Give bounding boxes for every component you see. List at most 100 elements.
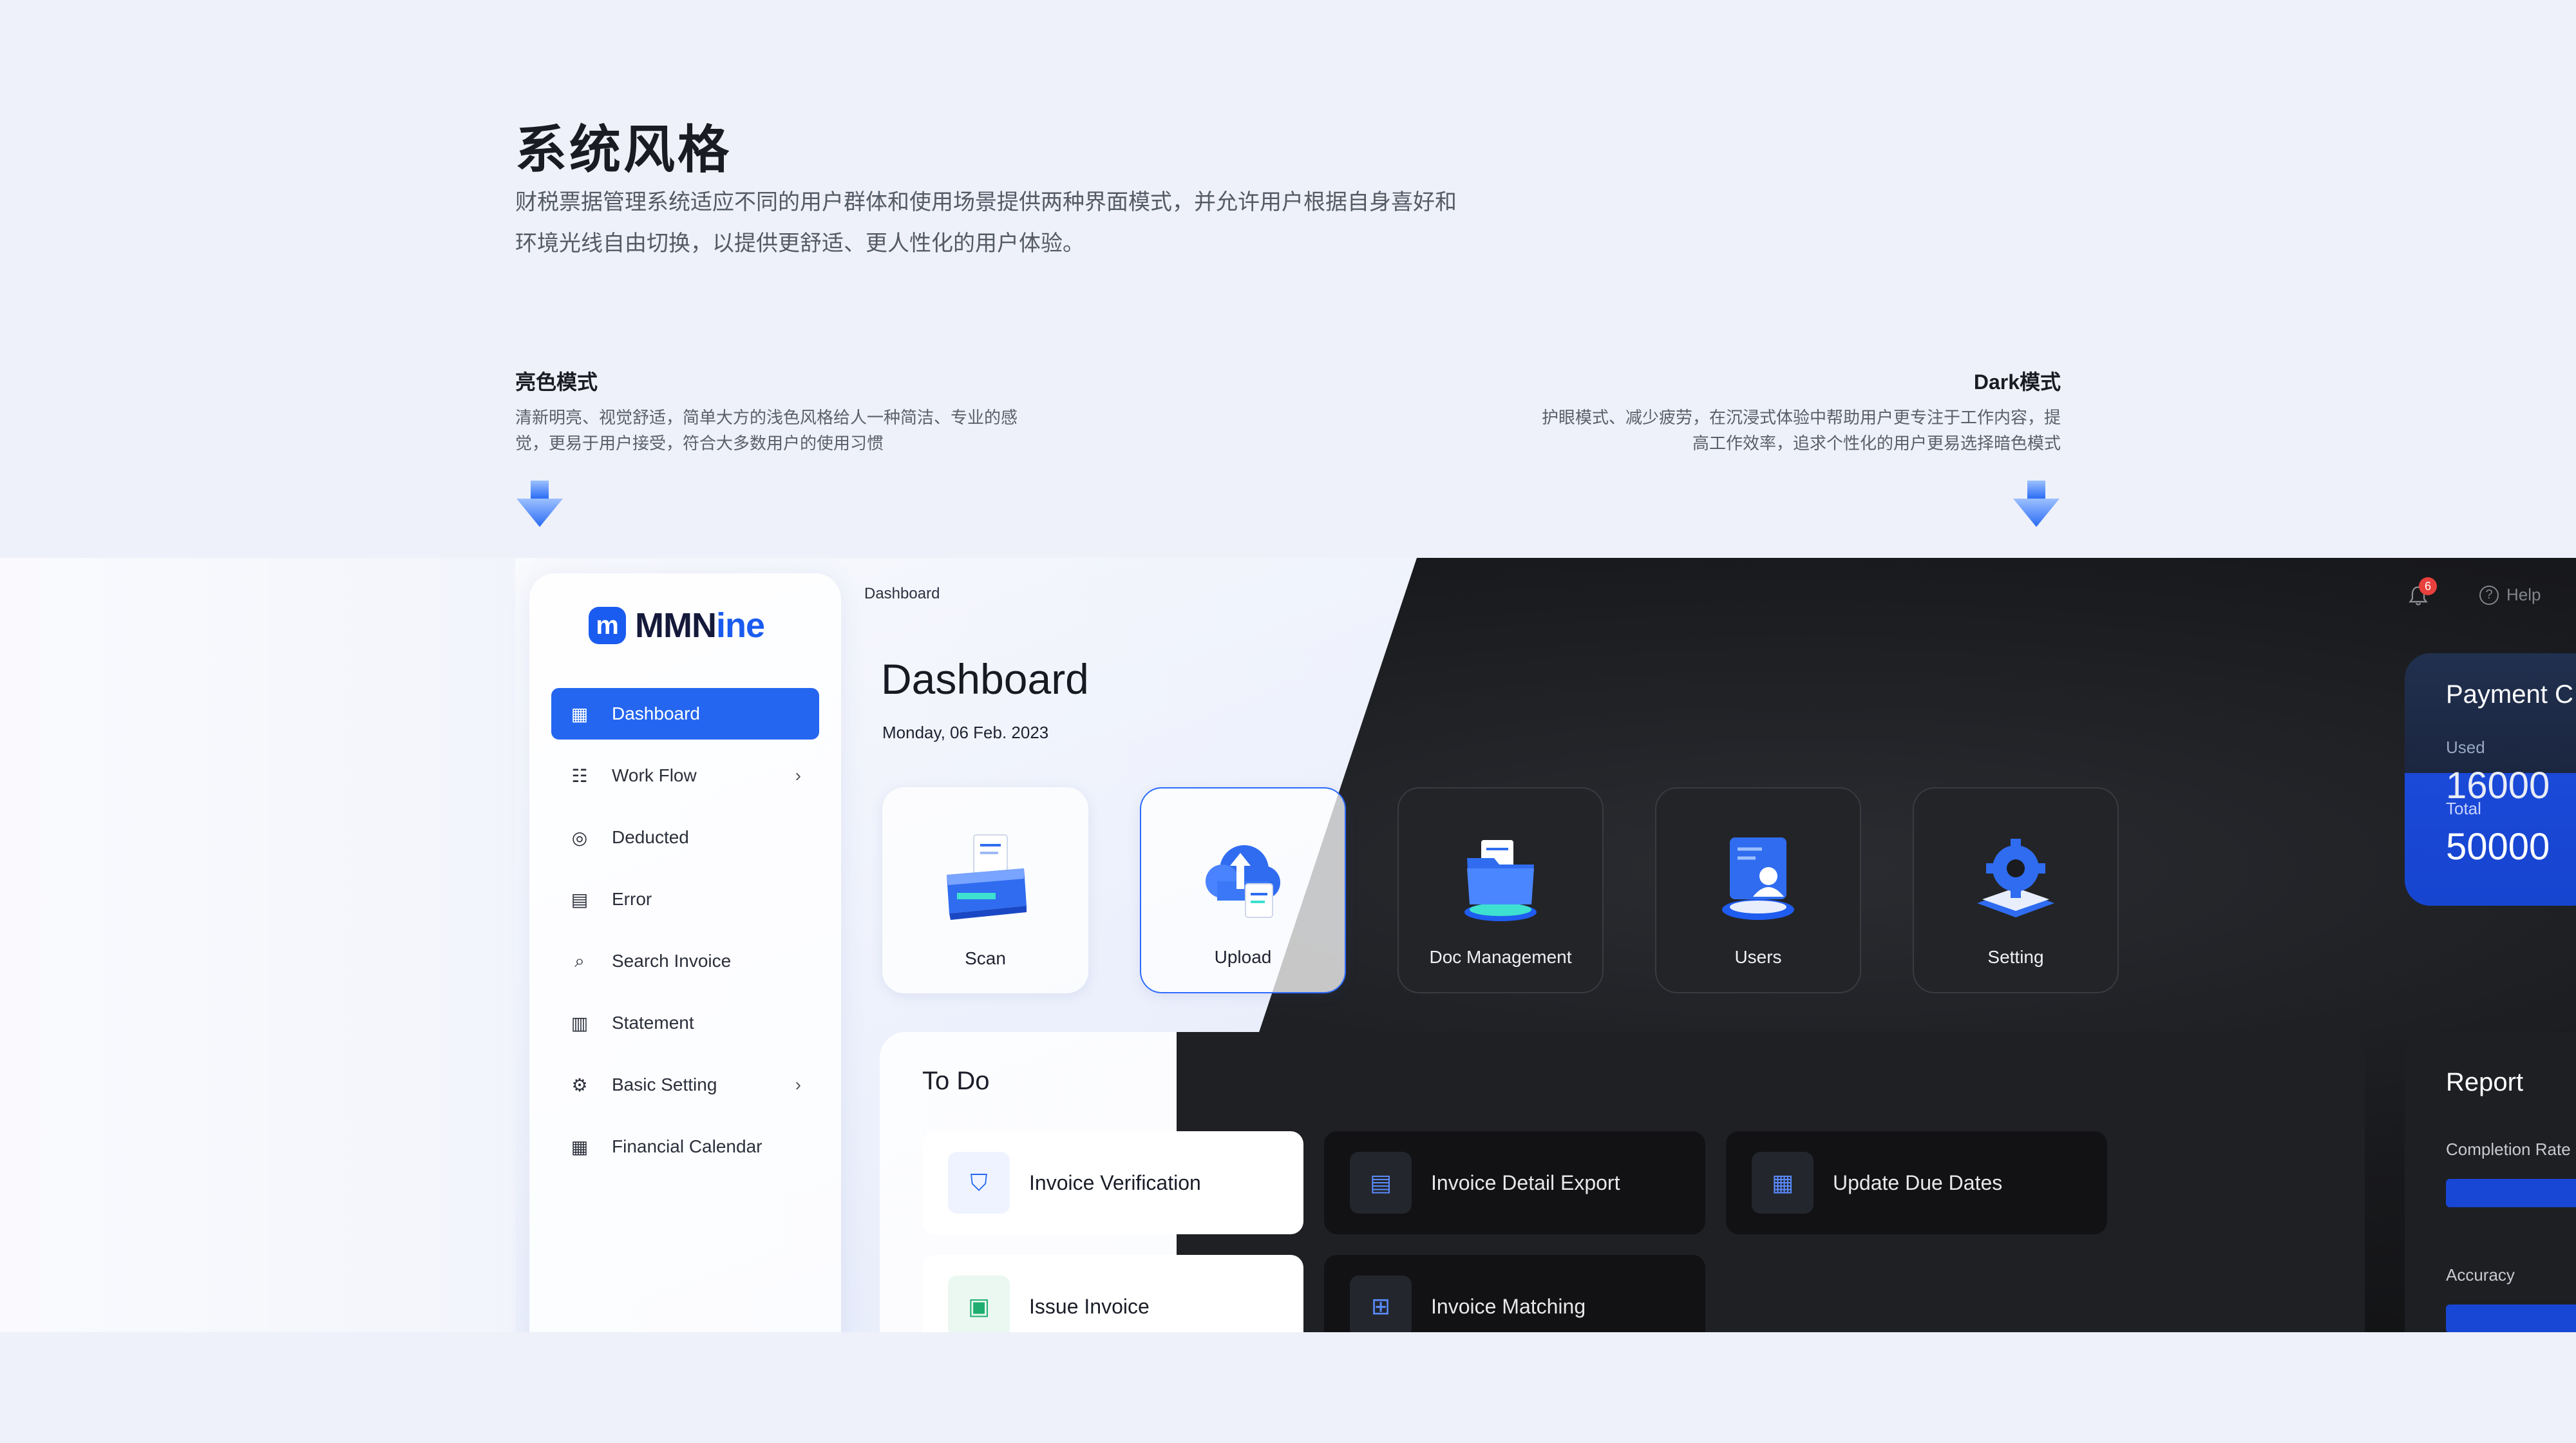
todo-invoice-verification[interactable]: ⛉ Invoice Verification (922, 1131, 1303, 1234)
completion-rate-label: Completion Rate (2446, 1140, 2571, 1159)
edge-fade (0, 558, 515, 1332)
todo-panel: To Do ⛉ Invoice Verification ▤ Invoice D… (880, 1032, 2365, 1332)
notification-bell-icon[interactable]: 6 (2407, 577, 2437, 611)
sidebar-item-error[interactable]: ▤ Error (551, 874, 819, 925)
error-doc-icon: ▤ (571, 889, 589, 910)
payment-title: Payment C (2446, 680, 2573, 709)
shield-icon: ⛉ (948, 1152, 1010, 1214)
help-button[interactable]: ? Help (2479, 585, 2541, 605)
help-icon: ? (2479, 585, 2499, 605)
breadcrumb[interactable]: Dashboard (864, 585, 940, 603)
grid-icon: ▦ (571, 703, 589, 724)
user-card-icon (1722, 837, 1794, 920)
tile-setting[interactable]: Setting (1913, 787, 2119, 993)
tile-users[interactable]: Users (1655, 787, 1861, 993)
coin-icon: ◎ (571, 827, 588, 848)
accuracy-label: Accuracy (2446, 1265, 2515, 1285)
total-value: 50000 (2446, 826, 2550, 868)
payment-card[interactable]: Payment C Used 16000 Total 50000 (2405, 653, 2576, 906)
dark-mode-description: 护眼模式、减少疲劳，在沉浸式体验中帮助用户更专注于工作内容，提 高工作效率，追求… (1507, 405, 2061, 456)
tile-scan[interactable]: Scan (882, 787, 1088, 993)
sidebar-item-label: Dashboard (612, 703, 700, 723)
todo-label: Invoice Detail Export (1431, 1171, 1620, 1194)
issue-icon: ▣ (948, 1276, 1010, 1332)
sidebar: m MMNine ▦ Dashboard ☷ Work Flow › ◎ Ded… (529, 573, 841, 1332)
report-card[interactable]: Report Completion Rate Accuracy (2405, 1032, 2576, 1332)
logo-text: MMNine (635, 606, 765, 645)
todo-label: Invoice Matching (1431, 1294, 1586, 1318)
dark-desc-line-1: 护眼模式、减少疲劳，在沉浸式体验中帮助用户更专注于工作内容，提 (1541, 408, 2061, 427)
sidebar-item-label: Error (612, 889, 652, 909)
workflow-icon: ☷ (571, 765, 588, 786)
dark-mode-title: Dark模式 (1973, 370, 2061, 394)
sidebar-item-label: Deducted (612, 827, 689, 847)
cloud-upload-icon (1206, 845, 1280, 918)
notification-badge: 6 (2419, 577, 2437, 595)
tile-label: Scan (965, 948, 1006, 968)
arrow-down-icon (516, 481, 563, 527)
sidebar-item-financial-calendar[interactable]: ▦ Financial Calendar (551, 1121, 819, 1172)
desc-line-1: 财税票据管理系统适应不同的用户群体和使用场景提供两种界面模式，并允许用户根据自身… (515, 190, 1457, 215)
accuracy-bar (2446, 1304, 2576, 1332)
app-screenshot: m MMNine ▦ Dashboard ☷ Work Flow › ◎ Ded… (0, 558, 2576, 1332)
sidebar-item-label: Search Invoice (612, 951, 732, 971)
dark-desc-line-2: 高工作效率，追求个性化的用户更易选择暗色模式 (1692, 434, 2061, 453)
search-doc-icon: ⌕ (574, 950, 585, 971)
page-description: 财税票据管理系统适应不同的用户群体和使用场景提供两种界面模式，并允许用户根据自身… (515, 182, 1558, 264)
match-icon: ⊞ (1350, 1276, 1412, 1332)
tile-label: Upload (1214, 947, 1272, 967)
light-mode-title: 亮色模式 (515, 370, 598, 394)
sidebar-item-label: Work Flow (612, 765, 697, 785)
page-title: 系统风格 (515, 121, 732, 178)
logo[interactable]: m MMNine (589, 606, 765, 645)
sidebar-item-label: Basic Setting (612, 1075, 717, 1094)
logo-text-dark: MMN (635, 606, 717, 645)
todo-title: To Do (922, 1067, 990, 1095)
todo-invoice-detail-export[interactable]: ▤ Invoice Detail Export (1324, 1131, 1705, 1234)
sidebar-item-deducted[interactable]: ◎ Deducted (551, 812, 819, 863)
logo-mark-icon: m (589, 607, 626, 644)
report-title: Report (2446, 1068, 2524, 1096)
light-desc-line-1: 清新明亮、视觉舒适，简单大方的浅色风格给人一种简洁、专业的感 (515, 408, 1018, 427)
scanner-icon (947, 834, 1027, 920)
sidebar-item-basic-setting[interactable]: ⚙ Basic Setting › (551, 1059, 819, 1111)
tile-doc-management[interactable]: Doc Management (1397, 787, 1604, 993)
tile-label: Setting (1987, 947, 2044, 967)
tile-upload[interactable]: Upload (1140, 787, 1346, 993)
gear-icon: ⚙ (571, 1075, 588, 1095)
light-desc-line-2: 觉，更易于用户接受，符合大多数用户的使用习惯 (515, 434, 884, 453)
statement-icon: ▥ (571, 1013, 589, 1033)
chevron-right-icon: › (795, 1075, 801, 1094)
sidebar-nav: ▦ Dashboard ☷ Work Flow › ◎ Deducted ▤ E… (551, 688, 819, 1183)
calendar-icon: ▦ (1752, 1152, 1814, 1214)
dashboard-title: Dashboard (881, 655, 1089, 703)
logo-text-blue: ine (715, 606, 765, 645)
todo-invoice-matching[interactable]: ⊞ Invoice Matching (1324, 1255, 1705, 1332)
sidebar-item-work-flow[interactable]: ☷ Work Flow › (551, 750, 819, 801)
arrow-down-icon (2013, 481, 2060, 527)
gear-3d-icon (1977, 839, 2054, 917)
calendar-grid-icon: ▦ (571, 1136, 589, 1157)
todo-label: Issue Invoice (1029, 1294, 1150, 1318)
tile-label: Users (1734, 947, 1782, 967)
help-label: Help (2506, 585, 2541, 604)
sidebar-item-search-invoice[interactable]: ⌕ Search Invoice (551, 935, 819, 987)
sidebar-item-label: Statement (612, 1013, 694, 1033)
todo-label: Invoice Verification (1029, 1171, 1201, 1194)
folder-icon (1464, 840, 1537, 921)
light-mode-description: 清新明亮、视觉舒适，简单大方的浅色风格给人一种简洁、专业的感 觉，更易于用户接受… (515, 405, 1069, 456)
sidebar-item-statement[interactable]: ▥ Statement (551, 997, 819, 1049)
chevron-right-icon: › (795, 765, 801, 785)
tile-label: Doc Management (1429, 947, 1572, 967)
sidebar-item-dashboard[interactable]: ▦ Dashboard (551, 688, 819, 740)
sidebar-item-label: Financial Calendar (612, 1136, 762, 1156)
todo-issue-invoice[interactable]: ▣ Issue Invoice (922, 1255, 1303, 1332)
dashboard-date: Monday, 06 Feb. 2023 (882, 723, 1049, 742)
used-label: Used (2446, 738, 2485, 757)
completion-rate-bar (2446, 1179, 2576, 1207)
desc-line-2: 环境光线自由切换，以提供更舒适、更人性化的用户体验。 (515, 231, 1084, 256)
payment-used-section: Payment C Used 16000 (2405, 653, 2576, 807)
todo-update-due-dates[interactable]: ▦ Update Due Dates (1726, 1131, 2107, 1234)
doc-export-icon: ▤ (1350, 1152, 1412, 1214)
todo-label: Update Due Dates (1833, 1171, 2003, 1194)
